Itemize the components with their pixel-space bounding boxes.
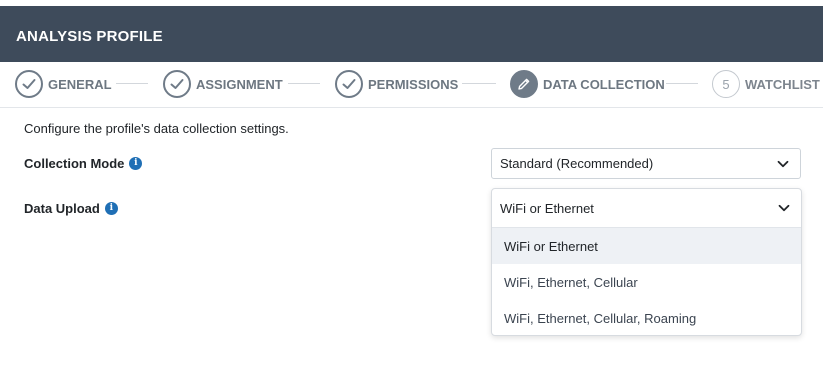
dialog-title: ANALYSIS PROFILE bbox=[16, 28, 163, 45]
data-upload-select[interactable]: WiFi or Ethernet bbox=[492, 189, 801, 228]
step-permissions[interactable]: PERMISSIONS bbox=[335, 68, 458, 100]
select-value: WiFi or Ethernet bbox=[500, 200, 594, 216]
dialog-header: ANALYSIS PROFILE bbox=[0, 6, 823, 62]
step-connector bbox=[116, 83, 148, 84]
check-icon bbox=[15, 70, 43, 98]
collection-mode-label: Collection Mode i bbox=[24, 156, 143, 171]
step-label: PERMISSIONS bbox=[368, 76, 459, 92]
info-icon[interactable]: i bbox=[104, 202, 118, 215]
info-icon[interactable]: i bbox=[129, 157, 143, 170]
step-number: 5 bbox=[712, 70, 740, 98]
select-value: Standard (Recommended) bbox=[500, 156, 654, 171]
field-label-text: Data Upload bbox=[24, 201, 100, 216]
step-assignment[interactable]: ASSIGNMENT bbox=[163, 68, 283, 100]
step-label: DATA COLLECTION bbox=[543, 76, 665, 92]
step-data-collection[interactable]: DATA COLLECTION bbox=[510, 68, 665, 100]
step-connector bbox=[462, 83, 496, 84]
step-watchlist[interactable]: 5 WATCHLIST bbox=[712, 68, 820, 100]
step-label: ASSIGNMENT bbox=[196, 76, 283, 92]
check-icon bbox=[163, 70, 191, 98]
dropdown-option[interactable]: WiFi, Ethernet, Cellular bbox=[492, 264, 801, 300]
field-label-text: Collection Mode bbox=[24, 156, 125, 171]
pencil-icon bbox=[510, 70, 538, 98]
chevron-down-icon bbox=[778, 204, 790, 212]
data-upload-dropdown: WiFi or Ethernet WiFi or Ethernet WiFi, … bbox=[491, 188, 802, 336]
dropdown-option[interactable]: WiFi, Ethernet, Cellular, Roaming bbox=[492, 300, 801, 335]
section-description: Configure the profile's data collection … bbox=[24, 121, 289, 136]
collection-mode-select[interactable]: Standard (Recommended) bbox=[491, 148, 801, 179]
dropdown-option[interactable]: WiFi or Ethernet bbox=[492, 228, 801, 264]
step-connector bbox=[288, 83, 320, 84]
step-label: GENERAL bbox=[48, 76, 112, 92]
step-general[interactable]: GENERAL bbox=[15, 68, 112, 100]
chevron-down-icon bbox=[777, 160, 789, 167]
step-connector bbox=[666, 83, 698, 84]
stepper: GENERAL ASSIGNMENT PERMISSIONS DATA COLL… bbox=[0, 62, 823, 108]
data-upload-label: Data Upload i bbox=[24, 201, 118, 216]
check-icon bbox=[335, 70, 363, 98]
step-label: WATCHLIST bbox=[745, 76, 820, 92]
